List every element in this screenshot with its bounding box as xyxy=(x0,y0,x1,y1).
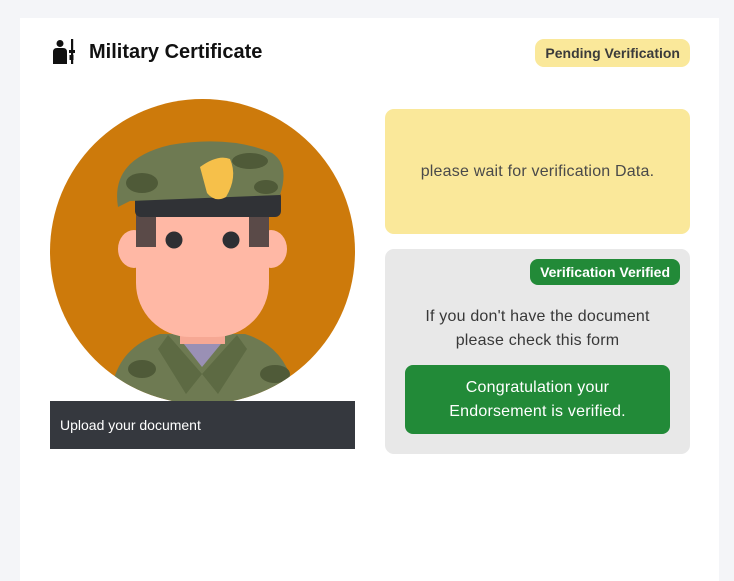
endorsement-verified-button[interactable]: Congratulation your Endorsement is verif… xyxy=(405,365,670,434)
wait-message: please wait for verification Data. xyxy=(420,162,655,180)
verification-panel: Verification Verified If you don't have … xyxy=(385,249,690,454)
page-title: Military Certificate xyxy=(89,41,263,63)
certificate-card: Military Certificate Pending Verificatio… xyxy=(20,18,719,581)
verified-status-badge: Verification Verified xyxy=(530,259,680,285)
pending-status-badge: Pending Verification xyxy=(535,39,690,67)
soldier-avatar-image xyxy=(50,99,355,404)
instruction-text: If you don't have the document please ch… xyxy=(385,305,690,353)
pending-message-panel: please wait for verification Data. xyxy=(385,109,690,234)
upload-document-button[interactable]: Upload your document xyxy=(50,401,355,449)
soldier-with-rifle-icon xyxy=(53,39,75,64)
button-line-2: Endorsement is verified. xyxy=(449,402,626,420)
card-header: Military Certificate Pending Verificatio… xyxy=(50,38,690,68)
instruction-line-2: please check this form xyxy=(455,332,620,349)
instruction-line-1: If you don't have the document xyxy=(425,308,650,325)
button-line-1: Congratulation your xyxy=(465,378,610,396)
